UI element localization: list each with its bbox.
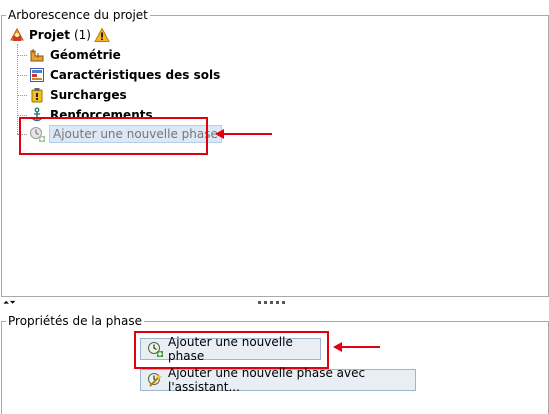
add-phase-wizard-button-label: Ajouter une nouvelle phase avec l'assist… bbox=[168, 366, 366, 394]
tree-item-soil-properties[interactable]: Caractéristiques des sols bbox=[29, 66, 220, 84]
tree-item-label: Surcharges bbox=[50, 88, 127, 102]
project-tree-title: Arborescence du projet bbox=[6, 8, 150, 22]
splitter-grip-icon[interactable] bbox=[258, 301, 285, 304]
wizard-icon bbox=[147, 372, 163, 388]
collapse-arrows-icon[interactable]: ⏶⏷ bbox=[3, 298, 16, 308]
tree-root-project[interactable]: Projet (1) bbox=[9, 26, 110, 44]
highlight-arrow-tree bbox=[215, 129, 272, 139]
tree-item-label: Caractéristiques des sols bbox=[50, 68, 221, 82]
add-phase-wizard-button[interactable]: Ajouter une nouvelle phase avec l'assist… bbox=[140, 366, 416, 394]
surcharge-icon bbox=[29, 87, 45, 103]
tree-item-surcharges[interactable]: Surcharges bbox=[29, 86, 127, 104]
tree-root-count: (1) bbox=[73, 28, 91, 42]
tree-connector bbox=[17, 75, 27, 77]
warning-icon bbox=[94, 27, 110, 43]
highlight-arrow-button bbox=[333, 342, 380, 352]
tree-item-label: Géométrie bbox=[50, 48, 121, 62]
highlight-box-tree bbox=[19, 117, 208, 155]
tree-root-label: Projet bbox=[29, 28, 70, 42]
tree-connector bbox=[17, 95, 27, 97]
geometry-icon bbox=[29, 47, 45, 63]
tree-item-geometry[interactable]: Géométrie bbox=[29, 46, 121, 64]
highlight-box-button bbox=[134, 331, 329, 369]
soil-properties-icon bbox=[29, 67, 45, 83]
panel-splitter[interactable]: ⏶⏷ bbox=[0, 298, 549, 308]
phase-properties-title: Propriétés de la phase bbox=[6, 314, 144, 328]
project-icon bbox=[9, 27, 25, 43]
tree-connector bbox=[17, 55, 27, 57]
